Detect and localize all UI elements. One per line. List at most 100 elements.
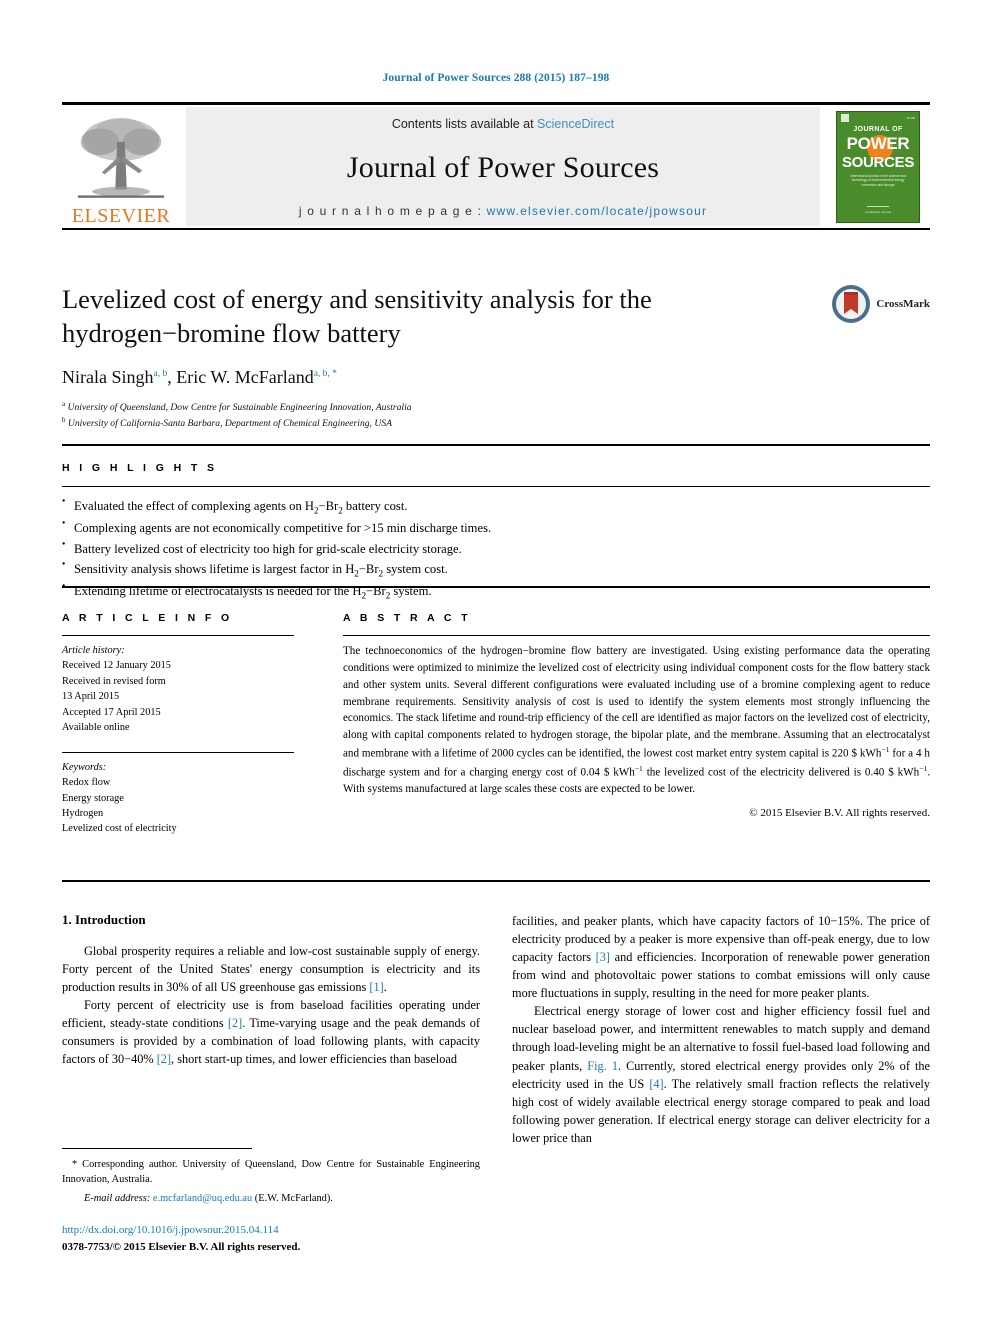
citation-link[interactable]: [3] bbox=[596, 950, 610, 964]
affiliation-item: a University of Queensland, Dow Centre f… bbox=[62, 399, 822, 415]
footnote-block: * Corresponding author. University of Qu… bbox=[62, 1157, 480, 1207]
homepage-label: j o u r n a l h o m e p a g e : bbox=[298, 204, 487, 218]
article-history-item: Received 12 January 2015 bbox=[62, 660, 171, 672]
article-history-item: 13 April 2015 bbox=[62, 691, 120, 703]
email-label: E-mail address: bbox=[84, 1193, 151, 1205]
contents-line: Contents lists available at ScienceDirec… bbox=[392, 117, 614, 131]
section-heading-introduction: 1. Introduction bbox=[62, 912, 146, 927]
highlights-section: H I G H L I G H T S Evaluated the effect… bbox=[62, 462, 930, 603]
cover-issue-text: Vol 288 bbox=[906, 116, 915, 120]
cover-elsevier-mark-icon bbox=[841, 114, 849, 122]
author-name: Nirala Singh bbox=[62, 366, 154, 387]
highlight-item: Sensitivity analysis shows lifetime is l… bbox=[62, 559, 930, 581]
publication-footer: http://dx.doi.org/10.1016/j.jpowsour.201… bbox=[62, 1222, 532, 1255]
article-history-item: Available online bbox=[62, 722, 130, 734]
author-affiliation-marks: a, b, * bbox=[313, 368, 337, 379]
cover-subtitle: International journal on the science and… bbox=[850, 173, 906, 187]
highlight-item: Extending lifetime of electrocatalysts i… bbox=[62, 581, 930, 603]
divider-article-info bbox=[62, 635, 294, 636]
title-block: Levelized cost of energy and sensitivity… bbox=[62, 282, 822, 431]
body-paragraph: Global prosperity requires a reliable an… bbox=[62, 944, 480, 995]
author-name: Eric W. McFarland bbox=[176, 366, 314, 387]
abstract-label: A B S T R A C T bbox=[343, 612, 471, 624]
journal-cover-image: Vol 288 JOURNAL OF POWER SOURCES Interna… bbox=[836, 110, 920, 223]
crossmark-label: CrossMark bbox=[876, 298, 930, 310]
article-history-block: Article history: Received 12 January 201… bbox=[62, 643, 294, 736]
cover-power-word: POWER bbox=[846, 133, 910, 153]
author-list: Nirala Singha, b, Eric W. McFarlanda, b,… bbox=[62, 367, 822, 388]
keywords-label: Keywords: bbox=[62, 761, 107, 773]
elsevier-logo: ELSEVIER bbox=[62, 105, 180, 228]
keywords-block: Keywords: Redox flow Energy storage Hydr… bbox=[62, 760, 294, 837]
keyword-item: Redox flow bbox=[62, 777, 111, 789]
homepage-url-link[interactable]: www.elsevier.com/locate/jpowsour bbox=[487, 204, 707, 218]
paper-title: Levelized cost of energy and sensitivity… bbox=[62, 284, 652, 349]
affiliation-item: b University of California-Santa Barbara… bbox=[62, 415, 822, 431]
elsevier-wordmark: ELSEVIER bbox=[71, 205, 171, 227]
running-head: Journal of Power Sources 288 (2015) 187–… bbox=[382, 72, 610, 84]
homepage-line: j o u r n a l h o m e p a g e : www.else… bbox=[299, 204, 707, 218]
body-column-left: 1. Introduction Global prosperity requir… bbox=[62, 912, 480, 1068]
keyword-item: Energy storage bbox=[62, 792, 124, 804]
divider-above-highlights bbox=[62, 444, 930, 446]
abstract-text: The technoeconomics of the hydrogen−brom… bbox=[343, 645, 930, 796]
contents-prefix: Contents lists available at bbox=[391, 117, 538, 131]
affiliation-mark: b bbox=[62, 415, 66, 424]
affiliation-mark: a bbox=[62, 399, 66, 408]
elsevier-tree-icon bbox=[77, 117, 165, 198]
highlight-item: Battery levelized cost of electricity to… bbox=[62, 539, 930, 559]
figure-link[interactable]: Fig. 1 bbox=[587, 1059, 618, 1073]
cover-footer: An Elsevier Journal bbox=[849, 205, 907, 215]
journal-cover-block: Vol 288 JOURNAL OF POWER SOURCES Interna… bbox=[826, 105, 930, 228]
citation-link[interactable]: [4] bbox=[649, 1077, 663, 1091]
keyword-item: Hydrogen bbox=[62, 807, 104, 819]
abstract-copyright: © 2015 Elsevier B.V. All rights reserved… bbox=[749, 807, 930, 820]
divider-above-article-info bbox=[62, 586, 930, 588]
cover-sources-word: SOURCES bbox=[841, 153, 915, 171]
highlight-item: Complexing agents are not economically c… bbox=[62, 518, 930, 538]
doi-link[interactable]: http://dx.doi.org/10.1016/j.jpowsour.201… bbox=[62, 1222, 532, 1239]
divider-abstract bbox=[343, 635, 930, 636]
body-paragraph: Electrical energy storage of lower cost … bbox=[512, 1004, 930, 1145]
cover-topbar: Vol 288 bbox=[841, 114, 915, 122]
keyword-item: Levelized cost of electricity bbox=[62, 823, 177, 835]
body-paragraph: facilities, and peaker plants, which hav… bbox=[512, 914, 930, 1001]
citation-link[interactable]: [2] bbox=[157, 1052, 171, 1066]
article-history-item: Received in revised form bbox=[62, 675, 166, 687]
highlight-item: Evaluated the effect of complexing agent… bbox=[62, 496, 930, 518]
issn-copyright: 0378-7753/© 2015 Elsevier B.V. All right… bbox=[62, 1240, 301, 1253]
journal-title: Journal of Power Sources bbox=[346, 150, 660, 184]
email-link[interactable]: e.mcfarland@uq.edu.au bbox=[153, 1193, 252, 1204]
affiliation-list: a University of Queensland, Dow Centre f… bbox=[62, 399, 822, 431]
author-affiliation-marks: a, b bbox=[153, 368, 168, 379]
citation-link[interactable]: [1] bbox=[369, 980, 383, 994]
article-history-label: Article history: bbox=[62, 645, 125, 656]
citation-link[interactable]: [2] bbox=[228, 1016, 242, 1030]
crossmark-icon bbox=[832, 285, 871, 323]
crossmark-badge[interactable]: CrossMark bbox=[831, 284, 930, 324]
cover-footer-text: An Elsevier Journal bbox=[865, 209, 891, 214]
body-paragraph: Forty percent of electricity use is from… bbox=[62, 998, 480, 1067]
article-info-section: A R T I C L E I N F O Article history: R… bbox=[62, 612, 294, 837]
journal-masthead: ELSEVIER Contents lists available at Sci… bbox=[62, 102, 930, 230]
body-column-right: facilities, and peaker plants, which hav… bbox=[512, 912, 930, 1147]
affiliation-text: University of California-Santa Barbara, … bbox=[67, 418, 392, 430]
article-info-label: A R T I C L E I N F O bbox=[62, 612, 233, 624]
divider-under-highlights-label bbox=[62, 486, 930, 487]
cover-footer-rule bbox=[867, 205, 889, 207]
highlights-label: H I G H L I G H T S bbox=[62, 462, 218, 474]
abstract-section: A B S T R A C T The technoeconomics of t… bbox=[343, 612, 930, 819]
email-owner: (E.W. McFarland). bbox=[254, 1193, 333, 1205]
article-page: Journal of Power Sources 288 (2015) 187–… bbox=[0, 0, 992, 1323]
article-history-item: Accepted 17 April 2015 bbox=[62, 706, 161, 718]
sciencedirect-link[interactable]: ScienceDirect bbox=[537, 117, 614, 131]
email-note: E-mail address: e.mcfarland@uq.edu.au (E… bbox=[62, 1191, 480, 1206]
affiliation-text: University of Queensland, Dow Centre for… bbox=[67, 402, 412, 414]
author-separator: , bbox=[167, 366, 177, 387]
divider-keywords bbox=[62, 751, 294, 753]
footnote-divider bbox=[62, 1148, 252, 1149]
cover-journal-of: JOURNAL OF bbox=[853, 125, 903, 133]
corresponding-author-note: * Corresponding author. University of Qu… bbox=[62, 1159, 480, 1186]
divider-above-body bbox=[62, 880, 930, 882]
masthead-center: Contents lists available at ScienceDirec… bbox=[186, 107, 820, 226]
